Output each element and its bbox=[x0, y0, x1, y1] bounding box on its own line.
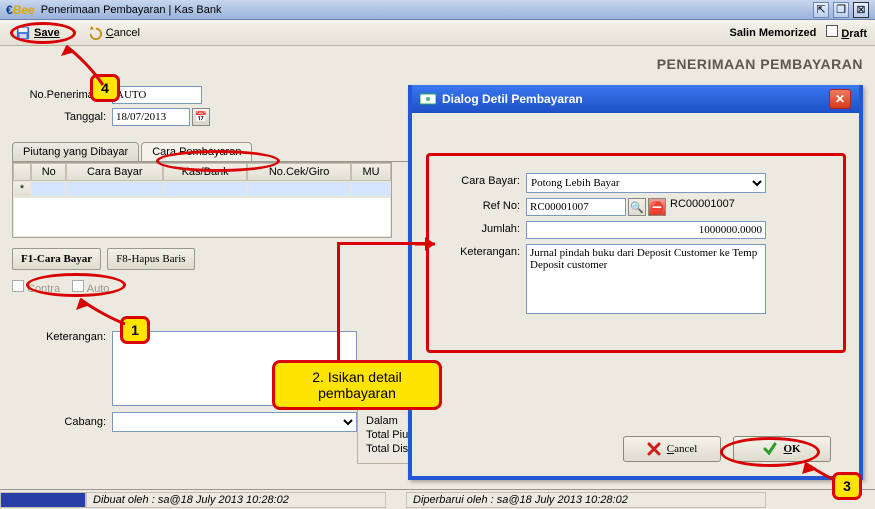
window-title: Penerimaan Pembayaran | Kas Bank bbox=[41, 4, 809, 16]
dialog-cancel-button[interactable]: Cancel bbox=[623, 436, 721, 462]
ref-no-input[interactable] bbox=[526, 198, 626, 216]
grid-row[interactable]: * bbox=[13, 181, 391, 197]
jumlah-input[interactable] bbox=[526, 221, 766, 239]
window-minimize-icon[interactable]: ⇱ bbox=[813, 2, 829, 18]
calendar-icon[interactable]: 📅 bbox=[192, 108, 210, 126]
tanggal-label: Tanggal: bbox=[12, 111, 112, 123]
undo-icon bbox=[88, 26, 102, 40]
total-piut-label: Total Piut bbox=[366, 373, 411, 385]
no-penerimaan-input[interactable] bbox=[112, 86, 202, 104]
cabang-select[interactable] bbox=[112, 412, 357, 432]
tab-piutang[interactable]: Piutang yang Dibayar bbox=[12, 142, 139, 161]
status-indicator bbox=[0, 492, 86, 508]
save-icon bbox=[16, 26, 30, 40]
f8-hapus-baris-button[interactable]: F8-Hapus Baris bbox=[107, 248, 194, 270]
col-kas: Kas/Bank bbox=[163, 163, 247, 181]
dlg-keterangan-textarea[interactable] bbox=[526, 244, 766, 314]
app-logo: €Bee bbox=[6, 3, 35, 17]
dialog-titlebar: Dialog Detil Pembayaran ✕ bbox=[412, 85, 859, 113]
dalam-label: Dalam bbox=[366, 415, 398, 427]
main-toolbar: Save Cancel Salin Memorized Draft bbox=[0, 20, 875, 46]
dialog-close-button[interactable]: ✕ bbox=[829, 89, 851, 109]
contra-checkbox[interactable]: Contra bbox=[12, 283, 60, 295]
search-icon[interactable]: 🔍 bbox=[628, 198, 646, 216]
window-close-icon[interactable]: ⊠ bbox=[853, 2, 869, 18]
window-maximize-icon[interactable]: ❐ bbox=[833, 2, 849, 18]
clear-icon[interactable]: ⛔ bbox=[648, 198, 666, 216]
f1-cara-bayar-button[interactable]: F1-Cara Bayar bbox=[12, 248, 101, 270]
cara-bayar-select[interactable]: Potong Lebih Bayar bbox=[526, 173, 766, 193]
cancel-label: ancel bbox=[114, 27, 140, 39]
total-d-label: Total D bbox=[366, 387, 400, 399]
status-bar: Dibuat oleh : sa@18 July 2013 10:28:02 D… bbox=[0, 489, 875, 509]
salin-memorized-link[interactable]: Salin Memorized bbox=[730, 27, 817, 39]
annotation-redbox: Cara Bayar: Potong Lebih Bayar Ref No: 🔍… bbox=[426, 153, 846, 353]
tanggal-input[interactable] bbox=[112, 108, 190, 126]
auto-checkbox[interactable]: Auto bbox=[72, 283, 109, 295]
save-button[interactable]: Save bbox=[8, 24, 68, 42]
dlg-keterangan-label: Keterangan: bbox=[441, 244, 526, 258]
ref-no-label: Ref No: bbox=[441, 198, 526, 212]
cara-bayar-label: Cara Bayar: bbox=[441, 173, 526, 187]
dialog-icon bbox=[420, 91, 436, 107]
save-label: Save bbox=[34, 27, 60, 39]
status-created: Dibuat oleh : sa@18 July 2013 10:28:02 bbox=[86, 492, 386, 508]
cancel-x-icon bbox=[647, 442, 661, 456]
check-icon bbox=[763, 442, 777, 456]
cancel-button[interactable]: Cancel bbox=[80, 24, 148, 42]
ref-no-display: RC00001007 bbox=[670, 198, 735, 210]
draft-checkbox[interactable]: Draft bbox=[826, 25, 867, 40]
payment-grid[interactable]: No Cara Bayar Kas/Bank No.Cek/Giro MU * bbox=[12, 162, 392, 238]
dialog-detil-pembayaran: Dialog Detil Pembayaran ✕ Cara Bayar: Po… bbox=[408, 85, 863, 480]
window-titlebar: €Bee Penerimaan Pembayaran | Kas Bank ⇱ … bbox=[0, 0, 875, 20]
keterangan-label: Keterangan: bbox=[12, 331, 112, 343]
dialog-ok-button[interactable]: OK bbox=[733, 436, 831, 462]
no-penerimaan-label: No.Penerimaan bbox=[12, 89, 112, 101]
status-updated: Diperbarui oleh : sa@18 July 2013 10:28:… bbox=[406, 492, 766, 508]
cabang-label: Cabang: bbox=[12, 416, 112, 428]
jumlah-label: Jumlah: bbox=[441, 221, 526, 235]
tab-cara-pembayaran[interactable]: Cara Pembayaran bbox=[141, 142, 252, 161]
dialog-title: Dialog Detil Pembayaran bbox=[442, 92, 583, 106]
col-cara: Cara Bayar bbox=[66, 163, 163, 181]
col-no: No bbox=[31, 163, 66, 181]
keterangan-textarea[interactable] bbox=[112, 331, 357, 406]
col-cek: No.Cek/Giro bbox=[247, 163, 351, 181]
col-mu: MU bbox=[351, 163, 391, 181]
page-header: PENERIMAAN PEMBAYARAN bbox=[12, 56, 863, 72]
